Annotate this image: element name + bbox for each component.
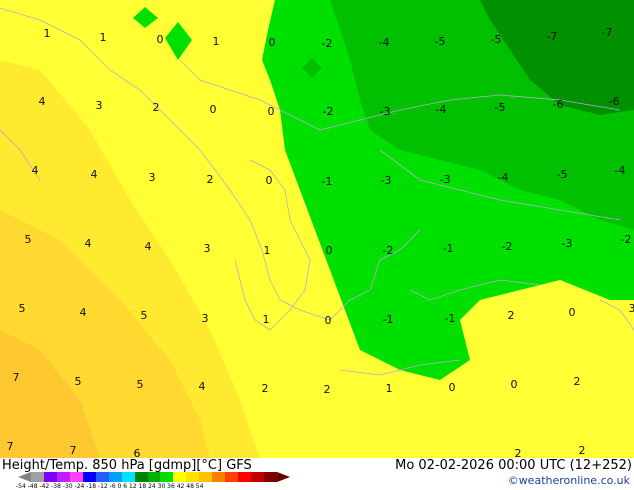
temperature-label: 4 [80, 306, 87, 319]
temperature-label: -7 [602, 26, 613, 39]
scale-swatch [134, 472, 148, 482]
temperature-label: 1 [386, 382, 393, 395]
scale-swatch [225, 472, 239, 482]
scale-swatch [199, 472, 213, 482]
temperature-label: 5 [19, 302, 26, 315]
temperature-label: 0 [569, 306, 576, 319]
temperature-label: -1 [322, 175, 333, 188]
map-title: Height/Temp. 850 hPa [gdmp][°C] GFS [2, 458, 252, 473]
temperature-label: 0 [210, 103, 217, 116]
scale-swatch [95, 472, 109, 482]
temperature-label: 4 [85, 237, 92, 250]
temperature-label: 3 [202, 312, 209, 325]
scale-swatch [56, 472, 70, 482]
temperature-label: 7 [7, 440, 14, 453]
scale-swatch [212, 472, 226, 482]
temperature-label: 2 [579, 444, 586, 457]
temperature-label: -5 [435, 35, 446, 48]
scale-swatch [121, 472, 135, 482]
temperature-label: -4 [436, 103, 447, 116]
scale-swatch [173, 472, 187, 482]
temperature-label: 0 [266, 174, 273, 187]
temperature-label: 7 [70, 444, 77, 457]
temperature-label: 0 [326, 244, 333, 257]
temperature-label: 5 [141, 309, 148, 322]
temperature-label: 0 [268, 105, 275, 118]
scale-swatch [69, 472, 83, 482]
scale-swatch [238, 472, 252, 482]
map-area: 1 1 0 1 0 -2 -4 -5 -5 -7 -7 4 3 2 0 0 -2 -3 -4 -5 -6 -6 4 4 3 2 0 -… [0, 0, 634, 458]
temperature-label: -5 [491, 33, 502, 46]
scale-swatch [43, 472, 57, 482]
temperature-label: -5 [495, 101, 506, 114]
scale-swatch [108, 472, 122, 482]
temperature-field: 1 1 0 1 0 -2 -4 -5 -5 -7 -7 4 3 2 0 0 -2 -3 -4 -5 -6 -6 4 4 3 2 0 -… [0, 0, 634, 458]
temperature-label: -4 [615, 164, 626, 177]
temperature-label: 5 [75, 375, 82, 388]
temperature-label: -2 [322, 37, 333, 50]
scale-swatch [160, 472, 174, 482]
temperature-label: 4 [145, 240, 152, 253]
temperature-label: 2 [508, 309, 515, 322]
temperature-label: -1 [383, 313, 394, 326]
temperature-label: -4 [379, 36, 390, 49]
footer: Height/Temp. 850 hPa [gdmp][°C] GFS Mo 0… [0, 458, 634, 490]
scale-swatch [82, 472, 96, 482]
temperature-label: 3 [629, 302, 634, 315]
temperature-label: 4 [91, 168, 98, 181]
temperature-label: 3 [149, 171, 156, 184]
temperature-label: -2 [383, 244, 394, 257]
temperature-label: 0 [325, 314, 332, 327]
temperature-label: 5 [25, 233, 32, 246]
temperature-label: -1 [443, 242, 454, 255]
valid-time: Mo 02-02-2026 00:00 UTC (12+252) [395, 458, 632, 473]
color-scale [18, 472, 291, 482]
temperature-label: 1 [44, 27, 51, 40]
temperature-label: 2 [262, 382, 269, 395]
temperature-label: -3 [380, 105, 391, 118]
temperature-label: -4 [498, 171, 509, 184]
temperature-label: 2 [515, 447, 522, 458]
scale-swatch [277, 472, 291, 482]
scale-swatch [251, 472, 265, 482]
temperature-label: 4 [39, 95, 46, 108]
temperature-label: 4 [199, 380, 206, 393]
scale-swatch [264, 472, 278, 482]
temperature-label: -2 [323, 105, 334, 118]
temperature-label: 2 [574, 375, 581, 388]
temperature-label: -2 [502, 240, 513, 253]
temperature-label: 0 [449, 381, 456, 394]
temperature-label: -7 [547, 30, 558, 43]
temperature-label: -3 [440, 173, 451, 186]
temperature-label: 0 [157, 33, 164, 46]
temperature-label: -3 [562, 237, 573, 250]
temperature-label: 0 [269, 36, 276, 49]
temperature-label: 0 [511, 378, 518, 391]
scale-swatch [186, 472, 200, 482]
temperature-label: -5 [557, 168, 568, 181]
scale-ticks: -54 -48 -42 -38 -30 -24 -18 -12 -6 0 6 1… [16, 483, 204, 490]
temperature-label: -3 [381, 174, 392, 187]
temperature-label: -6 [553, 98, 564, 111]
temperature-label: 1 [213, 35, 220, 48]
temperature-label: 1 [100, 31, 107, 44]
temperature-label: 2 [153, 101, 160, 114]
temperature-label: 6 [134, 447, 141, 458]
temperature-label: 2 [207, 173, 214, 186]
scale-swatch [18, 472, 31, 482]
temperature-label: 3 [96, 99, 103, 112]
temperature-label: -2 [621, 233, 632, 246]
temperature-label: 4 [32, 164, 39, 177]
temperature-label: 1 [264, 244, 271, 257]
temperature-label: 5 [137, 378, 144, 391]
scale-swatch [147, 472, 161, 482]
temperature-label: 7 [13, 371, 20, 384]
scale-swatch [30, 472, 44, 482]
temperature-label: 1 [263, 313, 270, 326]
temperature-label: 3 [204, 242, 211, 255]
temperature-label: 2 [324, 383, 331, 396]
credit-link[interactable]: ©weatheronline.co.uk [508, 474, 630, 487]
temperature-label: -1 [445, 312, 456, 325]
temperature-label: -6 [609, 95, 620, 108]
